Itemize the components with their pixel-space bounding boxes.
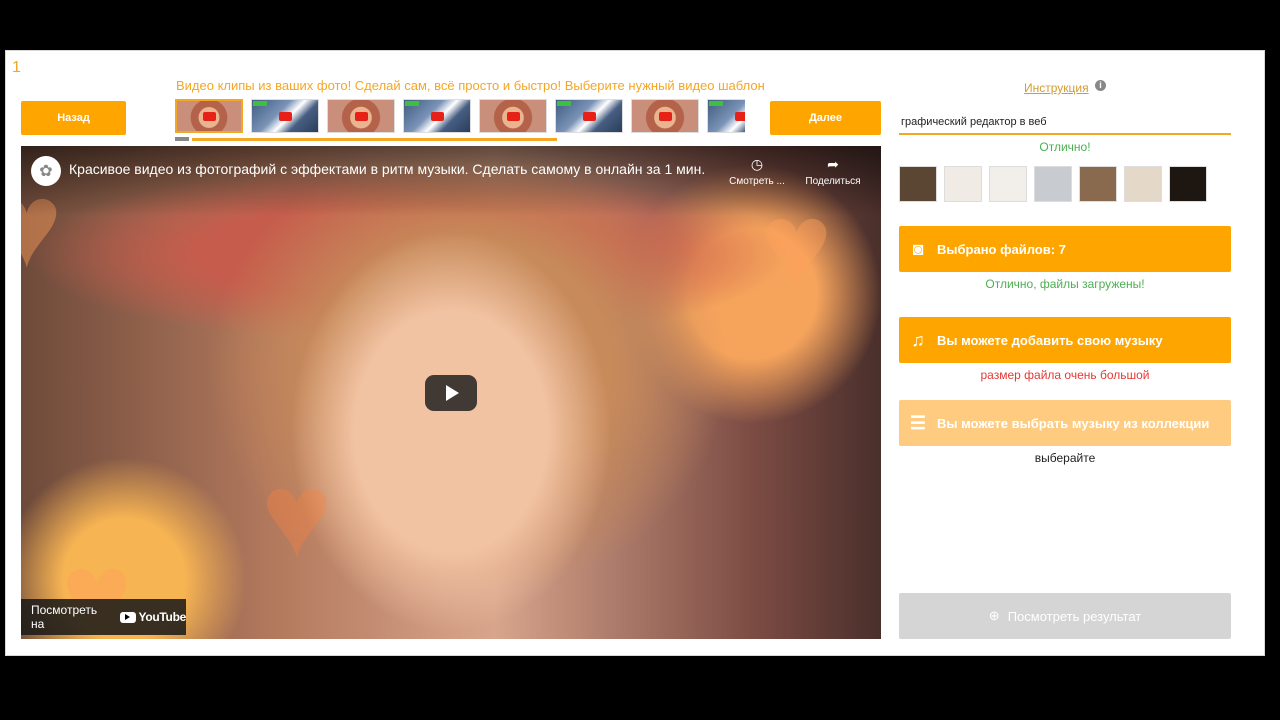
template-thumbnail[interactable] [479,99,547,133]
watch-on-youtube-button[interactable]: Посмотреть на YouTube [21,599,186,635]
play-icon [203,112,216,121]
template-thumbnail[interactable] [631,99,699,133]
list-icon: ☰ [909,412,927,433]
next-button[interactable]: Далее [770,101,881,135]
template-thumbnail[interactable] [707,99,745,133]
play-icon [431,112,444,121]
share-label: Поделиться [805,176,861,187]
heart-decoration: ♥ [261,448,333,582]
search-input[interactable] [899,111,1231,135]
search-ok-message: Отлично! [1039,140,1091,154]
play-icon [446,385,459,401]
template-thumbnail[interactable] [251,99,319,133]
new-tag-icon [253,101,267,106]
files-button-label: Выбрано файлов: 7 [937,241,1066,257]
play-icon [735,112,745,121]
music-collection-label: Вы можете выбрать музыку из коллекции [937,415,1210,431]
template-thumbnail[interactable] [555,99,623,133]
photo-thumbnail[interactable] [1079,166,1117,202]
music-error-message: размер файла очень большой [980,368,1150,382]
channel-avatar[interactable]: ✿ [31,156,61,186]
back-button[interactable]: Назад [21,101,126,135]
step-number: 1 [12,59,21,76]
editor-panel: 1 Видео клипы из ваших фото! Сделай сам,… [5,50,1265,656]
share-icon: ➦ [827,156,839,172]
template-strip[interactable] [175,99,745,145]
play-button[interactable] [425,375,477,411]
new-tag-icon [709,101,723,106]
camera-icon: ◙ [912,238,924,259]
instruction-link[interactable]: Инструкция [1024,81,1089,95]
youtube-logo-icon: YouTube [119,610,187,624]
photo-thumbnail[interactable] [1169,166,1207,202]
clock-icon: ◷ [750,156,764,172]
play-icon [507,112,520,121]
photo-thumbnail[interactable] [1124,166,1162,202]
watch-later-label: Смотреть ... [729,176,785,187]
music-collection-button[interactable]: ☰ Вы можете выбрать музыку из коллекции [899,400,1231,446]
photo-thumbnail[interactable] [989,166,1027,202]
add-music-label: Вы можете добавить свою музыку [937,332,1163,348]
page-headline: Видео клипы из ваших фото! Сделай сам, в… [176,78,765,93]
new-tag-icon [405,101,419,106]
files-button[interactable]: ◙ Выбрано файлов: 7 [899,226,1231,272]
zoom-icon: ⊕ [988,608,1000,623]
template-thumbnail[interactable] [327,99,395,133]
video-title[interactable]: Красивое видео из фотографий с эффектами… [69,161,705,177]
sidebar: Инструкция i Отлично! ◙ Выбрано файлов: … [899,51,1239,651]
template-thumbnail[interactable] [403,99,471,133]
share-button[interactable]: ➦ Поделиться [803,156,863,187]
scrollbar-track[interactable] [192,138,557,141]
new-tag-icon [557,101,571,106]
music-note-icon: ♫ [911,329,925,350]
info-icon[interactable]: i [1095,80,1106,91]
watch-later-button[interactable]: ◷ Смотреть ... [727,156,787,187]
view-result-label: Посмотреть результат [1007,608,1142,624]
files-ok-message: Отлично, файлы загружены! [985,277,1145,291]
watch-on-label: Посмотреть на [31,603,98,631]
photo-thumbnail[interactable] [1034,166,1072,202]
play-icon [659,112,672,121]
youtube-wordmark: YouTube [138,610,187,624]
play-icon [279,112,292,121]
template-thumbnail[interactable] [175,99,243,133]
template-scrollbar[interactable] [175,137,745,142]
collection-hint: выберайте [1034,451,1096,465]
view-result-button[interactable]: ⊕ Посмотреть результат [899,593,1231,639]
play-icon [583,112,596,121]
play-icon [355,112,368,121]
photo-thumbnail[interactable] [944,166,982,202]
scrollbar-grip[interactable] [175,137,189,141]
photo-thumbnail[interactable] [899,166,937,202]
video-player[interactable]: ♥ ♥ ♥ ♥ ✿ Красивое видео из фотографий с… [21,146,881,639]
add-music-button[interactable]: ♫ Вы можете добавить свою музыку [899,317,1231,363]
